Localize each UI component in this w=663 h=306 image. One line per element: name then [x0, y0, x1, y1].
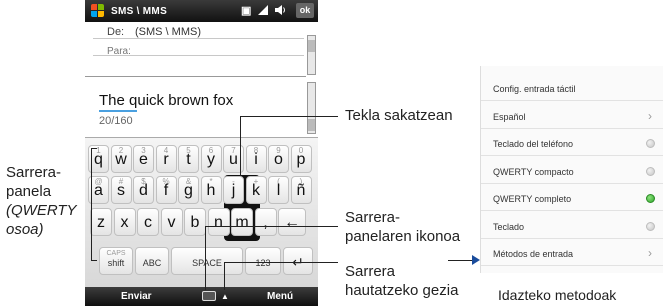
- key-press-leader-h: [240, 116, 338, 117]
- menu-item[interactable]: Config. entrada táctil: [481, 76, 663, 101]
- radio-icon[interactable]: [646, 221, 655, 231]
- key-m[interactable]: m: [231, 208, 253, 236]
- selected-radio-icon[interactable]: [646, 194, 655, 203]
- key-y[interactable]: 6y: [200, 145, 222, 173]
- key-d[interactable]: $ d: [133, 176, 154, 204]
- key-r[interactable]: 4r: [155, 145, 177, 173]
- menu-item-label: Teclado del teléfono: [493, 139, 574, 149]
- key-press-callout: Tekla sakatzean: [345, 107, 453, 124]
- key-b[interactable]: b: [184, 208, 206, 236]
- key-press-leader-v: [240, 116, 241, 176]
- key-p[interactable]: 0p: [290, 145, 312, 173]
- numbers-key[interactable]: 123: [245, 247, 281, 275]
- radio-icon[interactable]: [646, 139, 655, 148]
- keyboard-icon[interactable]: [202, 291, 216, 301]
- menu-item-label: Español: [493, 111, 526, 122]
- signal-icon: [257, 4, 269, 18]
- input-selector-arrow-icon[interactable]: ▲: [221, 292, 229, 301]
- menu-item-label: Métodos de entrada: [493, 249, 574, 259]
- menu-item[interactable]: Teclado del teléfono: [481, 131, 663, 156]
- from-label: De:: [107, 26, 125, 38]
- selector-leader-h: [224, 262, 338, 263]
- message-header: De: (SMS \ MMS) Para:: [85, 22, 318, 77]
- key-t[interactable]: 5t: [178, 145, 199, 173]
- menu-item[interactable]: Español ›: [481, 104, 663, 129]
- windows-start-icon[interactable]: [91, 4, 105, 18]
- key-l[interactable]: (l: [268, 176, 289, 204]
- menu-pointer-arrow-icon: [472, 255, 480, 265]
- char-counter: 20/160: [99, 115, 133, 127]
- key-w[interactable]: 2w: [110, 145, 132, 173]
- key-c[interactable]: c: [137, 208, 159, 236]
- ok-button[interactable]: ok: [296, 3, 314, 18]
- to-field[interactable]: [93, 55, 304, 56]
- menu-item-label: QWERTY completo: [493, 194, 572, 204]
- enter-key[interactable]: ↵: [283, 247, 313, 275]
- from-divider: [93, 38, 304, 39]
- key-backspace[interactable]: ←: [278, 208, 306, 236]
- selector-callout: Sarrera hautatzeko gezia: [345, 263, 459, 299]
- title-bar: SMS \ MMS ▣ ok: [85, 0, 318, 22]
- menu-item[interactable]: Teclado: [481, 214, 663, 239]
- key-g[interactable]: & g: [178, 176, 199, 204]
- menu-item[interactable]: QWERTY completo: [481, 186, 663, 211]
- key-h[interactable]: * h: [200, 176, 222, 204]
- menu-item-label: Teclado: [493, 221, 525, 232]
- keyboard-status-icon: ▣: [241, 5, 252, 17]
- key-ñ[interactable]: ) ñ: [290, 176, 312, 204]
- chevron-right-icon: ›: [648, 246, 652, 260]
- space-key[interactable]: SPACE: [171, 247, 243, 275]
- message-body[interactable]: The quick brown fox: [99, 92, 233, 109]
- body-scrollbar[interactable]: [307, 82, 316, 134]
- panel-icon-callout: Sarrera- panelaren ikonoa: [345, 209, 461, 245]
- phone-screen: SMS \ MMS ▣ ok De: (SMS \ MMS) Para: The…: [85, 0, 318, 306]
- header-divider: [85, 76, 306, 77]
- panel-icon-leader-v: [205, 226, 206, 290]
- key-x[interactable]: x: [113, 208, 136, 236]
- send-softkey[interactable]: Enviar: [121, 291, 152, 302]
- key-v[interactable]: v: [160, 208, 183, 236]
- panel-icon-leader-h: [205, 226, 338, 227]
- menu-item-label: Config. entrada táctil: [493, 84, 576, 94]
- caps-shift-key[interactable]: CAPS shift: [99, 247, 133, 275]
- key-o[interactable]: 9o: [268, 145, 289, 173]
- key-f[interactable]: % f: [155, 176, 177, 204]
- menu-caption: Idazteko metodoak: [498, 287, 617, 303]
- header-scrollbar[interactable]: [307, 35, 316, 75]
- key-n[interactable]: n: [207, 208, 230, 236]
- chevron-right-icon: ›: [648, 108, 652, 123]
- key-comma[interactable]: ,: [254, 208, 277, 236]
- menu-softkey[interactable]: Menú: [267, 291, 293, 302]
- input-panel-bracket: [91, 148, 97, 261]
- spell-underline: [99, 110, 137, 112]
- input-panel-callout: Sarrera- panela (QWERTY osoa): [6, 164, 77, 238]
- key-i[interactable]: 8i: [245, 145, 267, 173]
- app-title: SMS \ MMS: [111, 6, 168, 17]
- key-j[interactable]: -j: [223, 176, 244, 204]
- input-method-menu: Config. entrada táctil Español › Teclado de…: [480, 66, 663, 273]
- abc-key[interactable]: ABC: [135, 247, 169, 275]
- from-value[interactable]: (SMS \ MMS): [135, 26, 201, 38]
- key-k[interactable]: + k: [245, 176, 267, 204]
- menu-item[interactable]: Métodos de entrada ›: [481, 241, 663, 266]
- volume-icon[interactable]: [274, 4, 286, 18]
- selector-leader-v: [224, 262, 225, 290]
- input-panel-button[interactable]: ▲: [200, 289, 229, 303]
- menu-item-label: QWERTY compacto: [493, 166, 574, 177]
- key-s[interactable]: # s: [110, 176, 132, 204]
- key-e[interactable]: 3e: [133, 145, 154, 173]
- radio-icon[interactable]: [646, 166, 655, 176]
- softkey-bar: Enviar ▲ Menú: [85, 287, 318, 306]
- menu-item[interactable]: QWERTY compacto: [481, 159, 663, 184]
